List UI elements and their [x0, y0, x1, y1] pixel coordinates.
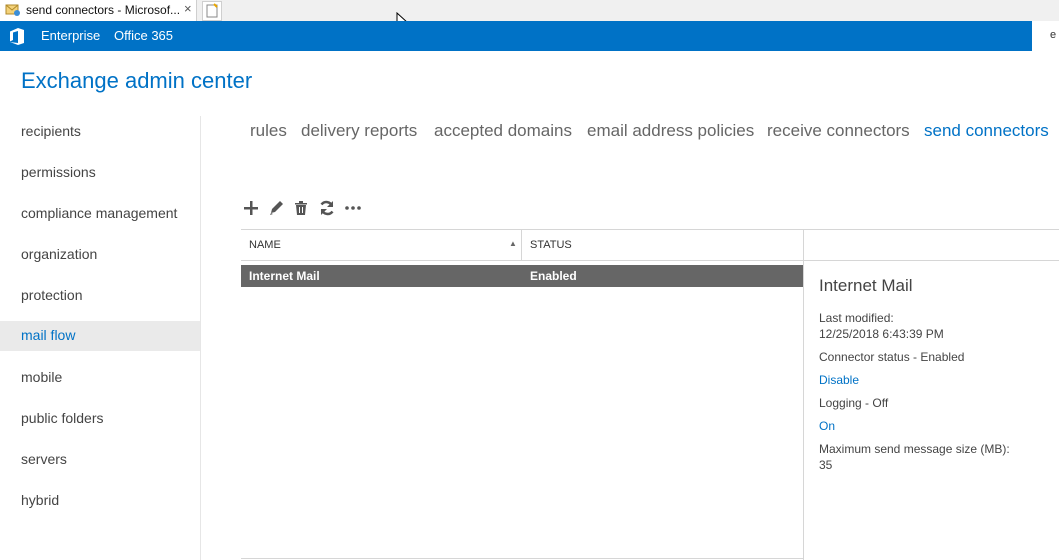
- new-tab-button[interactable]: [202, 1, 222, 21]
- edit-icon[interactable]: [267, 198, 287, 218]
- last-modified-label: Last modified:: [819, 311, 894, 325]
- sidebar-item-label: recipients: [21, 123, 81, 139]
- sort-ascending-icon[interactable]: ▲: [509, 239, 517, 248]
- tab-rules[interactable]: rules: [250, 121, 287, 141]
- sidebar-item-mobile[interactable]: mobile: [0, 363, 200, 393]
- exchange-favicon-icon: [5, 4, 20, 16]
- tab-receive-connectors[interactable]: receive connectors: [767, 121, 910, 141]
- browser-tab-strip: send connectors - Microsof... ×: [0, 0, 1059, 22]
- more-icon[interactable]: [343, 198, 363, 218]
- sidebar-item-mail-flow[interactable]: mail flow: [0, 321, 200, 351]
- table-row[interactable]: Internet Mail Enabled: [241, 265, 803, 287]
- row-status: Enabled: [530, 269, 577, 283]
- disable-link[interactable]: Disable: [819, 373, 859, 387]
- user-menu[interactable]: e: [1032, 21, 1059, 51]
- row-name: Internet Mail: [249, 269, 320, 283]
- sidebar-item-label: mobile: [21, 369, 63, 385]
- add-icon[interactable]: [241, 198, 261, 218]
- sidebar-item-servers[interactable]: servers: [0, 445, 200, 475]
- tab-delivery-reports[interactable]: delivery reports: [301, 121, 417, 141]
- column-header-name[interactable]: NAME: [249, 239, 281, 251]
- sidebar-item-label: compliance management: [21, 205, 178, 221]
- logging-status-text: Logging - Off: [819, 396, 889, 410]
- user-name-fragment[interactable]: e: [1050, 29, 1056, 41]
- sidebar-item-label: mail flow: [21, 327, 76, 343]
- close-icon[interactable]: ×: [184, 1, 192, 16]
- list-bottom-border: [241, 558, 803, 559]
- details-title: Internet Mail: [819, 276, 913, 295]
- max-size-value: 35: [819, 458, 833, 472]
- browser-tab[interactable]: send connectors - Microsof... ×: [0, 0, 197, 21]
- sidebar-item-label: public folders: [21, 410, 104, 426]
- tab-accepted-domains[interactable]: accepted domains: [434, 121, 572, 141]
- sidebar-item-compliance-management[interactable]: compliance management: [0, 199, 200, 229]
- office-logo-icon[interactable]: [9, 28, 25, 45]
- max-size-label: Maximum send message size (MB):: [819, 442, 1010, 456]
- sidebar-item-permissions[interactable]: permissions: [0, 158, 200, 188]
- sidebar-item-label: protection: [21, 287, 83, 303]
- last-modified-value: 12/25/2018 6:43:39 PM: [819, 327, 944, 341]
- table-header: NAME ▲ STATUS: [241, 229, 803, 261]
- sidebar-item-label: organization: [21, 246, 98, 262]
- refresh-icon[interactable]: [317, 198, 337, 218]
- sidebar-divider: [200, 116, 201, 560]
- top-navigation-bar: Enterprise Office 365: [0, 21, 1032, 51]
- sidebar-item-label: servers: [21, 451, 67, 467]
- page-title: Exchange admin center: [21, 68, 253, 93]
- column-header-status[interactable]: STATUS: [530, 239, 572, 251]
- sidebar-item-label: permissions: [21, 164, 96, 180]
- delete-icon[interactable]: [291, 198, 311, 218]
- tab-send-connectors[interactable]: send connectors: [924, 121, 1049, 141]
- connector-status-text: Connector status - Enabled: [819, 350, 965, 364]
- column-separator: [521, 230, 522, 260]
- details-header: [803, 229, 1059, 261]
- sidebar-item-public-folders[interactable]: public folders: [0, 404, 200, 434]
- nav-enterprise[interactable]: Enterprise: [41, 28, 100, 43]
- logging-on-link[interactable]: On: [819, 419, 835, 433]
- sidebar-item-protection[interactable]: protection: [0, 281, 200, 311]
- sidebar-item-organization[interactable]: organization: [0, 240, 200, 270]
- sidebar-item-recipients[interactable]: recipients: [0, 117, 200, 147]
- nav-office-365[interactable]: Office 365: [114, 28, 173, 43]
- sidebar-item-label: hybrid: [21, 492, 60, 508]
- tab-email-address-policies[interactable]: email address policies: [587, 121, 754, 141]
- new-tab-icon: [206, 3, 218, 18]
- sidebar-item-hybrid[interactable]: hybrid: [0, 486, 200, 516]
- browser-tab-title: send connectors - Microsof...: [26, 3, 181, 17]
